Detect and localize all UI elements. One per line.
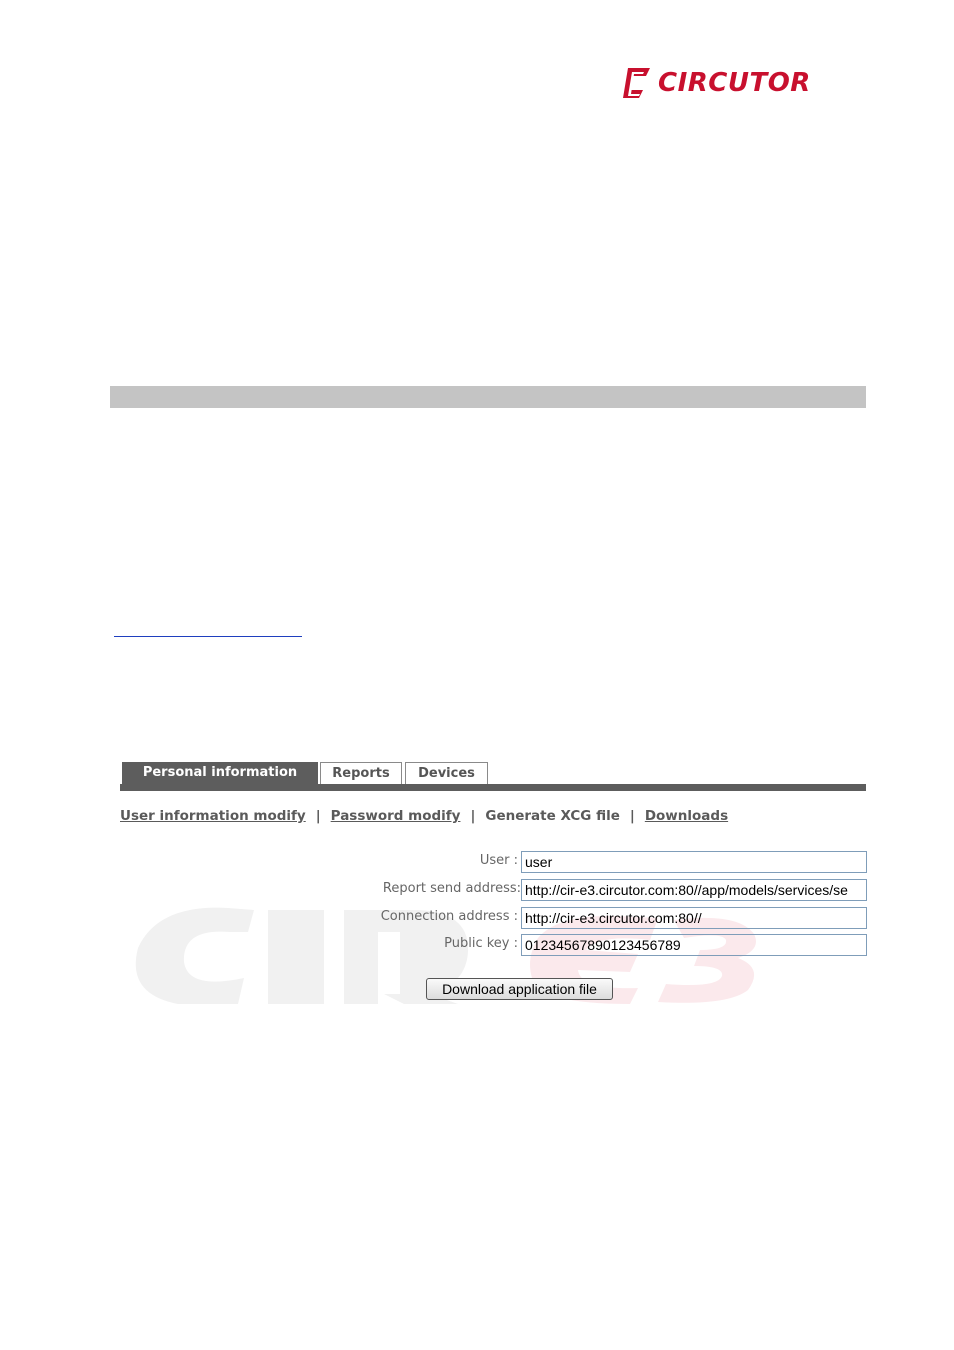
subnav-separator: | <box>470 808 476 824</box>
user-information-modify-link[interactable]: User information modify <box>120 808 306 824</box>
connection-address-row: Connection address : <box>110 907 870 929</box>
generate-xcg-file-current: Generate XCG file <box>485 808 620 824</box>
downloads-link[interactable]: Downloads <box>645 808 728 824</box>
circutor-c-logo-icon <box>623 68 650 98</box>
circutor-logo: CIRCUTOR <box>620 64 810 104</box>
connection-address-label: Connection address : <box>380 909 518 924</box>
subnav-separator: | <box>315 808 321 824</box>
tab-strip <box>120 784 866 791</box>
public-key-row: Public key : <box>110 934 870 956</box>
public-key-input[interactable] <box>521 934 867 956</box>
public-key-label: Public key : <box>444 936 518 951</box>
sub-navigation: User information modify | Password modify |… <box>120 808 728 828</box>
connection-address-input[interactable] <box>521 907 867 929</box>
tab-reports[interactable]: Reports <box>320 762 402 784</box>
app-screenshot: Personal information Reports Devices Use… <box>110 750 870 1010</box>
report-send-address-input[interactable] <box>521 879 867 901</box>
subnav-separator: | <box>629 808 635 824</box>
user-label: User : <box>479 853 518 868</box>
tab-personal-information[interactable]: Personal information <box>122 762 318 786</box>
password-modify-link[interactable]: Password modify <box>331 808 461 824</box>
hyperlink-underline[interactable] <box>114 636 302 637</box>
report-send-address-row: Report send address: <box>110 879 870 901</box>
logo-text: CIRCUTOR <box>658 68 811 98</box>
user-input[interactable] <box>521 851 867 873</box>
report-send-address-label: Report send address: <box>382 881 521 896</box>
section-header-bar <box>110 386 866 408</box>
user-row: User : <box>110 851 870 873</box>
download-application-file-button[interactable]: Download application file <box>426 978 613 1000</box>
tab-devices[interactable]: Devices <box>405 762 488 784</box>
